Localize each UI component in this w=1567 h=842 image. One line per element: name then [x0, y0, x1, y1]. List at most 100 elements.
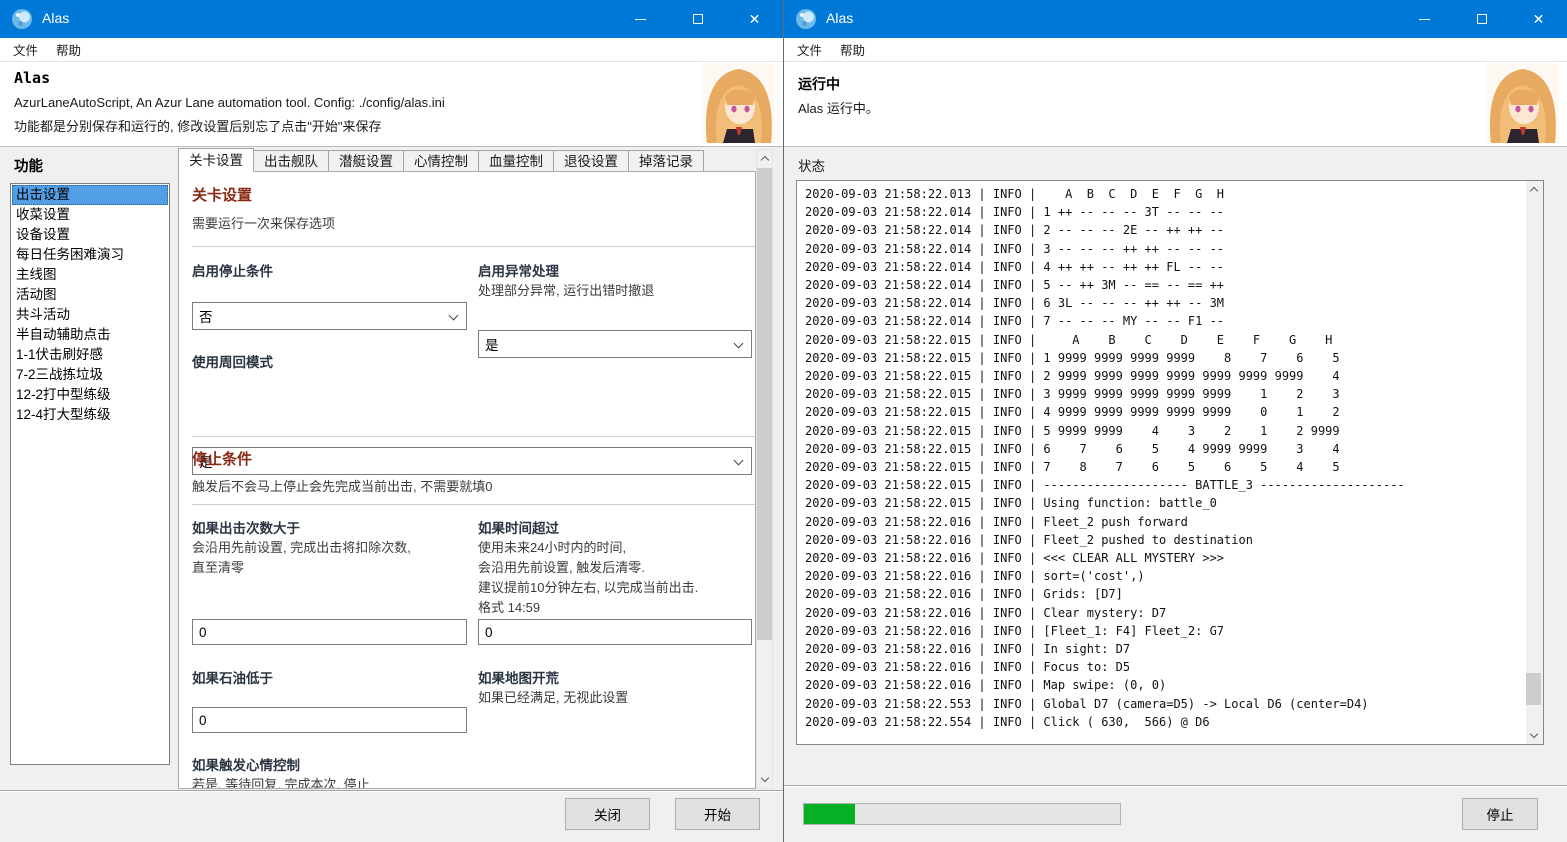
menu-help[interactable]: 帮助 [47, 37, 90, 62]
menu-help[interactable]: 帮助 [831, 37, 874, 62]
sidebar-item[interactable]: 主线图 [12, 265, 168, 285]
log-line: 2020-09-03 21:58:22.015 | INFO | 3 9999 … [805, 387, 1340, 402]
log-line: 2020-09-03 21:58:22.553 | INFO | Global … [805, 696, 1369, 711]
scroll-up-icon[interactable] [757, 150, 772, 167]
header: Alas AzurLaneAutoScript, An Azur Lane au… [0, 62, 783, 146]
log-line: 2020-09-03 21:58:22.015 | INFO | -------… [805, 478, 1405, 493]
sidebar-item[interactable]: 12-2打中型练级 [12, 385, 168, 405]
tab[interactable]: 掉落记录 [629, 150, 704, 172]
tab[interactable]: 退役设置 [554, 150, 629, 172]
app-description: AzurLaneAutoScript, An Azur Lane automat… [14, 95, 445, 110]
sidebar-item[interactable]: 12-4打大型练级 [12, 405, 168, 425]
sidebar-item[interactable]: 活动图 [12, 285, 168, 305]
sidebar-item[interactable]: 设备设置 [12, 225, 168, 245]
desc-if-emotion: 若是, 等待回复, 完成本次, 停止 [192, 777, 370, 789]
settings-body: 功能 出击设置 收菜设置 设备设置 每日任务困难演习 主线图 活动图 共斗活动 半自动辅助点击… [0, 148, 783, 842]
avatar [703, 63, 775, 143]
label-if-map-clear: 如果地图开荒 [478, 671, 559, 686]
footer-divider [784, 785, 1567, 787]
desc-if-map-clear: 如果已经满足, 无视此设置 [478, 690, 629, 705]
log-line: 2020-09-03 21:58:22.015 | INFO | 5 9999 … [805, 423, 1340, 438]
header-divider [784, 146, 1567, 147]
sidebar-item[interactable]: 出击设置 [12, 185, 168, 205]
close-icon: ✕ [748, 11, 761, 27]
close-button[interactable]: ✕ [1510, 0, 1567, 38]
close-icon: ✕ [1532, 11, 1545, 27]
tab[interactable]: 关卡设置 [178, 148, 254, 172]
tab[interactable]: 血量控制 [479, 150, 554, 172]
scroll-up-icon[interactable] [1526, 181, 1541, 198]
sidebar-item[interactable]: 收菜设置 [12, 205, 168, 225]
enable-stop-select[interactable]: 否 [192, 302, 467, 330]
menu-file[interactable]: 文件 [788, 37, 831, 62]
log-line: 2020-09-03 21:58:22.015 | INFO | A B C D… [805, 332, 1333, 347]
chevron-down-icon [733, 455, 744, 466]
minimize-button[interactable] [612, 0, 669, 38]
titlebar[interactable]: Alas ✕ [784, 0, 1567, 38]
scrollbar-thumb[interactable] [1526, 673, 1541, 705]
log-line: 2020-09-03 21:58:22.016 | INFO | [Fleet_… [805, 623, 1225, 638]
scroll-down-icon[interactable] [1526, 727, 1541, 744]
log-line: 2020-09-03 21:58:22.014 | INFO | 1 ++ --… [805, 205, 1225, 220]
log-line: 2020-09-03 21:58:22.016 | INFO | Grids: … [805, 587, 1123, 602]
maximize-button[interactable] [1453, 0, 1510, 38]
log-line: 2020-09-03 21:58:22.015 | INFO | 4 9999 … [805, 405, 1340, 420]
close-action-button[interactable]: 关闭 [565, 798, 650, 830]
header-divider [0, 146, 783, 147]
enable-exception-value: 是 [485, 338, 499, 353]
tab-panel-stage-settings: 关卡设置 需要运行一次来保存选项 启用停止条件 启用异常处理 处理部分异常, 运… [178, 171, 756, 789]
log-line: 2020-09-03 21:58:22.016 | INFO | Fleet_2… [805, 514, 1188, 529]
window-title: Alas [42, 10, 70, 26]
label-if-emotion: 如果触发心情控制 [192, 758, 300, 773]
screen: Alas ✕ 文件 帮助 Alas AzurLaneAutoScript, An… [0, 0, 1567, 842]
log-line: 2020-09-03 21:58:22.015 | INFO | 7 8 7 6… [805, 460, 1340, 475]
sidebar-item[interactable]: 半自动辅助点击 [12, 325, 168, 345]
loop-mode-select[interactable]: 是 [192, 447, 752, 475]
log-scrollbar[interactable] [1526, 181, 1543, 744]
if-time-input[interactable] [478, 619, 752, 645]
enable-exception-select[interactable]: 是 [478, 330, 752, 358]
if-oil-input[interactable] [192, 707, 467, 733]
enable-stop-value: 否 [199, 310, 213, 325]
footer-divider [0, 790, 783, 792]
sidebar-item[interactable]: 7-2三战拣垃圾 [12, 365, 168, 385]
sidebar-item[interactable]: 1-1伏击刷好感 [12, 345, 168, 365]
alas-app-icon [12, 9, 32, 29]
log-line: 2020-09-03 21:58:22.014 | INFO | 3 -- --… [805, 241, 1225, 256]
maximize-button[interactable] [669, 0, 726, 38]
scrollbar-thumb[interactable] [757, 168, 772, 640]
log-box: 2020-09-03 21:58:22.013 | INFO | A B C D… [796, 180, 1544, 745]
window-runner: Alas ✕ 文件 帮助 运行中 Alas 运行中。 状态 2020-09-03… [784, 0, 1567, 842]
tab[interactable]: 心情控制 [404, 150, 479, 172]
log-line: 2020-09-03 21:58:22.016 | INFO | <<< CLE… [805, 551, 1225, 566]
maximize-icon [1476, 14, 1487, 24]
sidebar-item[interactable]: 每日任务困难演习 [12, 245, 168, 265]
divider [192, 246, 755, 247]
desc-if-time: 使用未来24小时内的时间, 会沿用先前设置, 触发后清零. 建议提前10分钟左右… [478, 540, 699, 615]
close-button[interactable]: ✕ [726, 0, 783, 38]
label-if-count: 如果出击次数大于 [192, 521, 300, 536]
group-desc-stop: 触发后不会马上停止会先完成当前出击, 不需要就填0 [192, 479, 493, 494]
start-button[interactable]: 开始 [675, 798, 760, 830]
log-line: 2020-09-03 21:58:22.014 | INFO | 7 -- --… [805, 314, 1225, 329]
scroll-down-icon[interactable] [757, 771, 772, 788]
label-if-oil: 如果石油低于 [192, 671, 273, 686]
tab[interactable]: 潜艇设置 [329, 150, 404, 172]
runner-body: 状态 2020-09-03 21:58:22.013 | INFO | A B … [784, 148, 1567, 842]
log-line: 2020-09-03 21:58:22.014 | INFO | 5 -- ++… [805, 278, 1225, 293]
minimize-button[interactable] [1396, 0, 1453, 38]
if-count-input[interactable] [192, 619, 467, 645]
run-status-subtitle: Alas 运行中。 [798, 101, 879, 116]
tab[interactable]: 出击舰队 [254, 150, 329, 172]
menu-file[interactable]: 文件 [4, 37, 47, 62]
alas-app-icon [796, 9, 816, 29]
sidebar-list[interactable]: 出击设置 收菜设置 设备设置 每日任务困难演习 主线图 活动图 共斗活动 半自动辅助点击 1-1… [10, 183, 170, 765]
log-line: 2020-09-03 21:58:22.016 | INFO | Focus t… [805, 660, 1131, 675]
header: 运行中 Alas 运行中。 [784, 62, 1567, 146]
stop-button[interactable]: 停止 [1462, 798, 1538, 830]
sidebar-item[interactable]: 共斗活动 [12, 305, 168, 325]
log-line: 2020-09-03 21:58:22.016 | INFO | Fleet_2… [805, 532, 1253, 547]
titlebar[interactable]: Alas ✕ [0, 0, 783, 38]
settings-scrollbar[interactable] [756, 149, 773, 789]
status-label: 状态 [798, 159, 825, 174]
